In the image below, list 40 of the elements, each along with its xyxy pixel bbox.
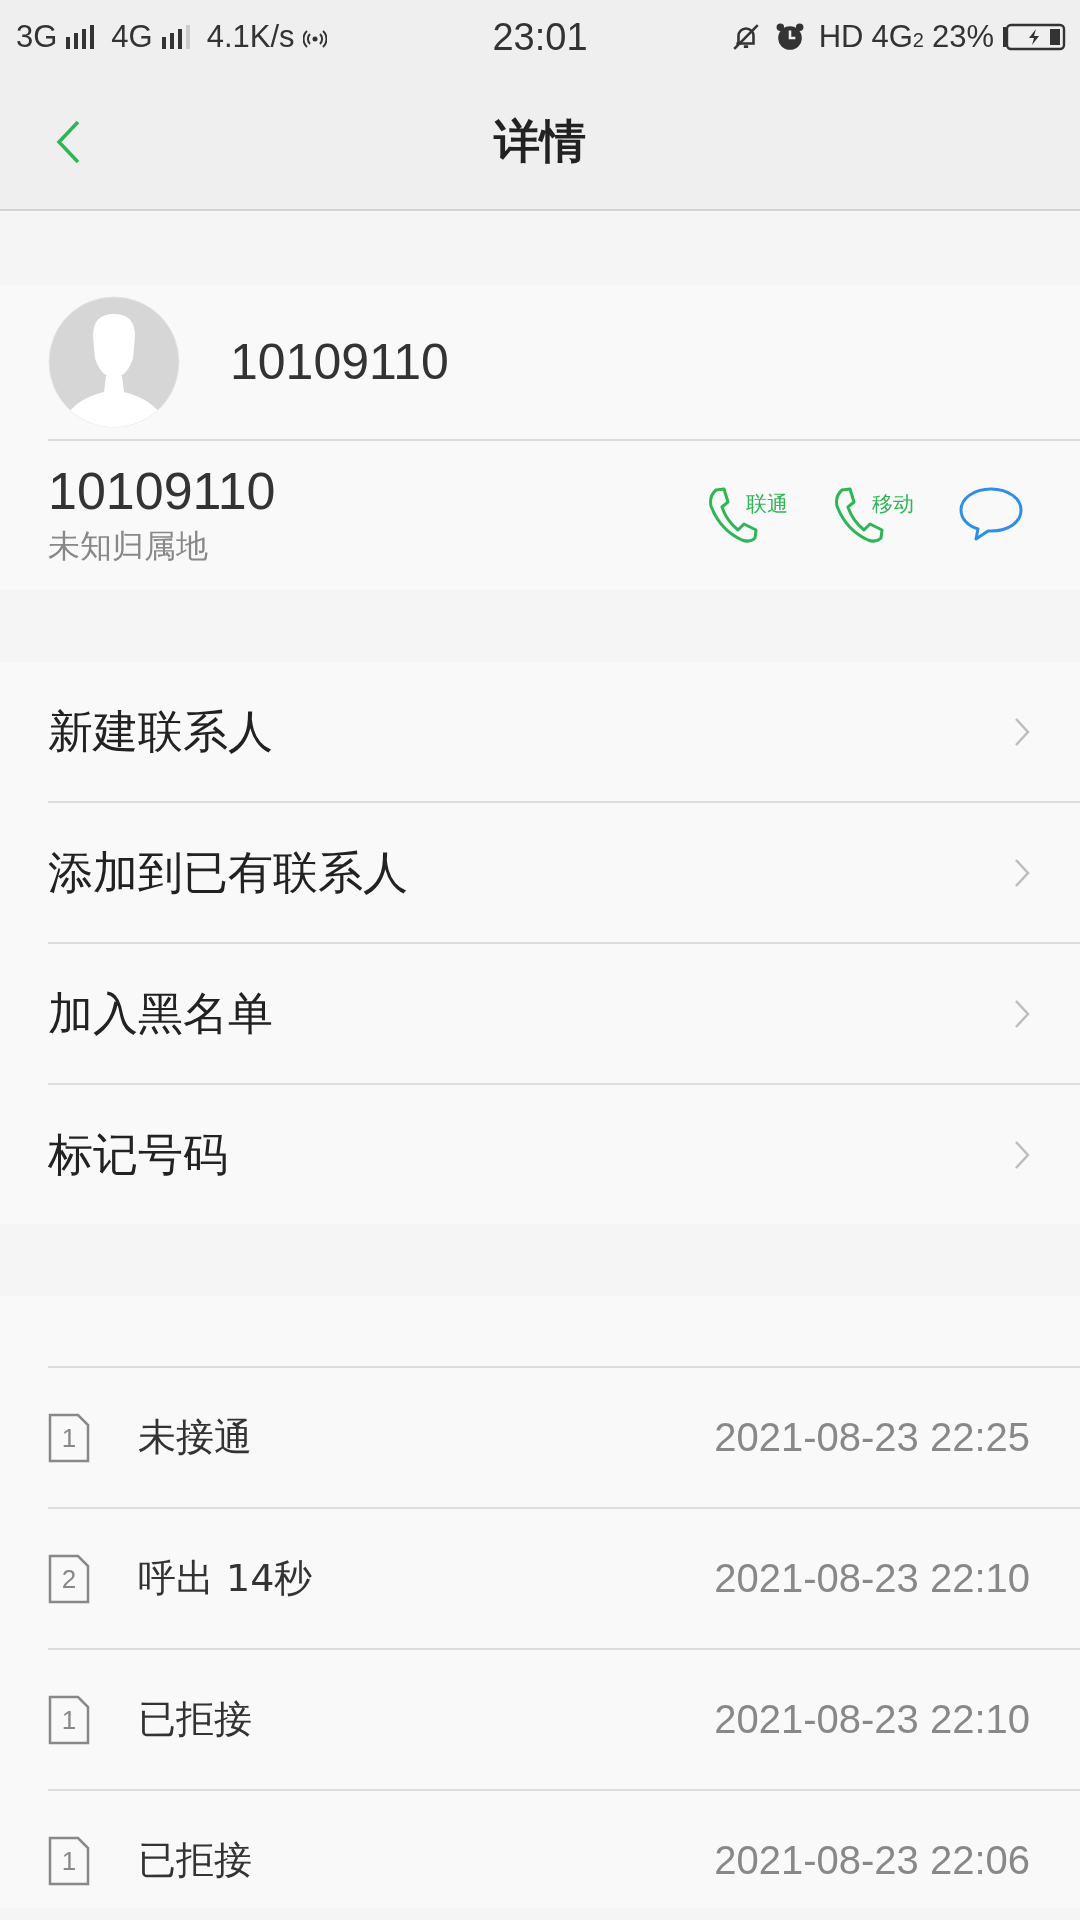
network-type: 4G bbox=[111, 19, 153, 55]
sim-icon: 1 bbox=[48, 1694, 90, 1745]
contact-name: 10109110 bbox=[230, 333, 449, 391]
phone-number: 10109110 bbox=[48, 461, 276, 521]
signal-icon bbox=[160, 25, 193, 49]
call-type: 呼出 14秒 bbox=[138, 1555, 313, 1602]
call-type: 未接通 bbox=[138, 1414, 252, 1461]
call-time: 2021-08-23 22:10 bbox=[714, 1556, 1030, 1601]
number-location: 未知归属地 bbox=[48, 526, 209, 567]
chevron-icon bbox=[1014, 1139, 1030, 1170]
chevron-icon bbox=[1014, 857, 1030, 888]
call-log-row[interactable]: 1 已拒接 2021-08-23 22:10 bbox=[48, 1648, 1080, 1789]
call-log-row[interactable]: 1 已拒接 2021-08-23 22:06 bbox=[48, 1789, 1080, 1908]
battery-charging-icon bbox=[1002, 23, 1066, 51]
menu-item[interactable]: 新建联系人 bbox=[48, 662, 1080, 801]
clock-time: 23:01 bbox=[492, 15, 588, 59]
chevron-icon bbox=[1014, 716, 1030, 747]
sim-icon: 1 bbox=[48, 1835, 90, 1886]
battery-level: 23% bbox=[931, 19, 994, 55]
call-log-row[interactable]: 1 未接通 2021-08-23 22:25 bbox=[48, 1366, 1080, 1507]
sim-icon: 1 bbox=[48, 1412, 90, 1463]
menu-item[interactable]: 加入黑名单 bbox=[48, 942, 1080, 1083]
network-speed: 4.1K/s bbox=[206, 19, 295, 55]
chevron-icon bbox=[1014, 998, 1030, 1029]
sim-icon: 2 bbox=[48, 1553, 90, 1604]
volte-indicator: 4G bbox=[871, 19, 913, 55]
menu-item[interactable]: 标记号码 bbox=[48, 1083, 1080, 1224]
volte-sim: 2 bbox=[912, 29, 924, 52]
call-log-row[interactable]: 2 呼出 14秒 2021-08-23 22:10 bbox=[48, 1507, 1080, 1648]
page-title: 详情 bbox=[494, 112, 586, 170]
menu-item[interactable]: 添加到已有联系人 bbox=[48, 801, 1080, 942]
network-type: 3G bbox=[16, 19, 58, 55]
call-time: 2021-08-23 22:06 bbox=[714, 1838, 1030, 1883]
call-type: 已拒接 bbox=[138, 1696, 252, 1743]
avatar-icon bbox=[48, 296, 180, 428]
alarm-icon bbox=[774, 22, 805, 52]
hd-indicator: HD bbox=[818, 19, 864, 55]
call-time: 2021-08-23 22:10 bbox=[714, 1697, 1030, 1742]
call-type: 已拒接 bbox=[138, 1837, 252, 1884]
call-time: 2021-08-23 22:25 bbox=[714, 1415, 1030, 1460]
